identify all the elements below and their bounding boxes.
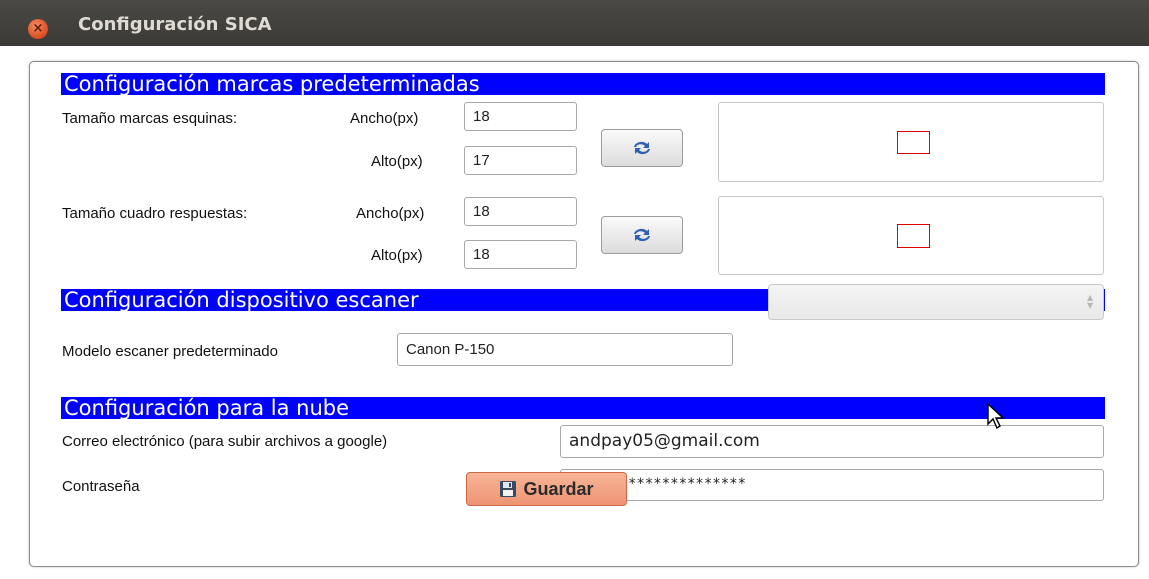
scanner-model-label: Modelo escaner predeterminado — [62, 343, 278, 360]
corner-width-label: Ancho(px) — [350, 110, 419, 127]
corner-mark-preview — [718, 102, 1104, 182]
window-title: Configuración SICA — [78, 14, 272, 35]
corner-height-label: Alto(px) — [371, 153, 423, 170]
close-icon[interactable]: × — [28, 19, 48, 39]
section-header-cloud: Configuración para la nube — [61, 397, 1105, 419]
refresh-icon — [634, 141, 650, 155]
scanner-select[interactable]: ▲ ▼ — [768, 284, 1104, 320]
refresh-icon — [634, 228, 650, 242]
floppy-disk-icon — [500, 481, 517, 497]
mouse-cursor-icon — [987, 402, 1005, 430]
answer-height-input[interactable]: 18 — [464, 240, 577, 269]
spinner-arrows-icon: ▲ ▼ — [1087, 293, 1094, 310]
password-field[interactable]: ********************* — [560, 469, 1104, 501]
corner-width-input[interactable]: 18 — [464, 102, 577, 131]
answer-refresh-button[interactable] — [601, 216, 683, 254]
answer-width-input[interactable]: 18 — [464, 197, 577, 226]
scanner-model-input[interactable]: Canon P-150 — [397, 333, 733, 366]
answer-box-preview-square — [897, 224, 930, 248]
answer-height-label: Alto(px) — [371, 247, 423, 264]
corner-refresh-button[interactable] — [601, 129, 683, 167]
window-titlebar: × Configuración SICA — [0, 0, 1149, 46]
section-header-marks: Configuración marcas predeterminadas — [61, 73, 1105, 95]
answer-box-preview — [718, 196, 1104, 275]
save-button[interactable]: Guardar — [466, 472, 627, 506]
email-label: Correo electrónico (para subir archivos … — [62, 433, 388, 450]
corner-marks-label: Tamaño marcas esquinas: — [62, 110, 238, 127]
corner-mark-preview-square — [897, 131, 930, 154]
password-label: Contraseña — [62, 478, 140, 495]
save-button-label: Guardar — [523, 478, 594, 499]
email-field[interactable]: andpay05@gmail.com — [560, 425, 1104, 458]
answer-width-label: Ancho(px) — [356, 205, 425, 222]
answer-box-label: Tamaño cuadro respuestas: — [62, 205, 248, 222]
corner-height-input[interactable]: 17 — [464, 146, 577, 175]
